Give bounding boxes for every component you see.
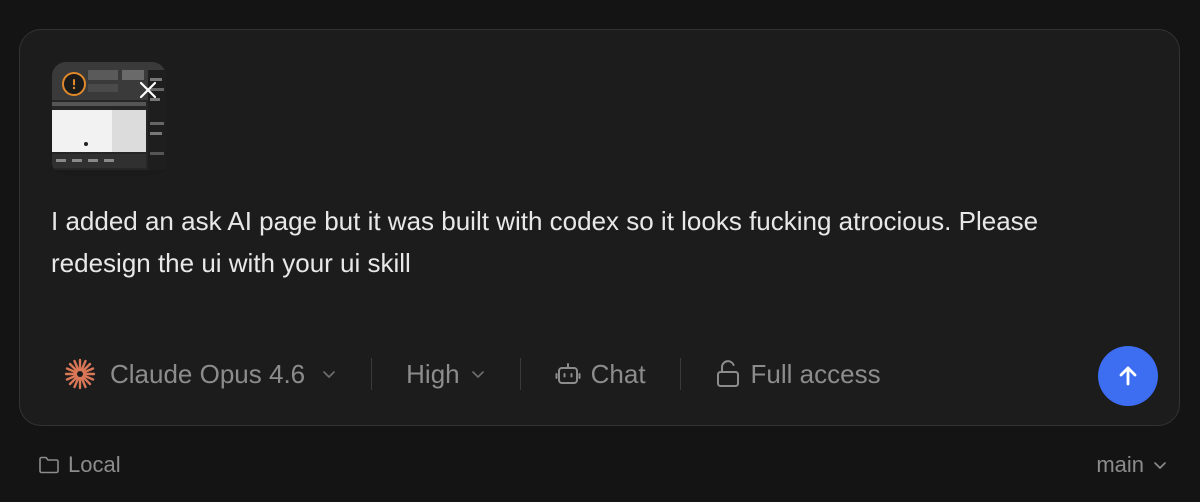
branch-label: main	[1096, 452, 1144, 477]
model-selector[interactable]: Claude Opus 4.6	[64, 358, 337, 390]
composer-toolbar: Claude Opus 4.6 High Chat Full access	[64, 346, 881, 402]
mode-label: Chat	[590, 358, 646, 389]
arrow-up-icon	[1119, 366, 1137, 386]
toolbar-divider	[679, 358, 681, 390]
image-attachment[interactable]	[52, 62, 166, 176]
claude-sparkle-icon	[64, 358, 96, 390]
effort-selector[interactable]: High	[406, 359, 485, 390]
remove-attachment-button[interactable]	[134, 76, 162, 104]
chevron-down-icon	[323, 371, 335, 378]
message-text[interactable]: I added an ask AI page but it was built …	[51, 200, 1131, 284]
toolbar-divider	[371, 358, 373, 390]
branch-selector[interactable]: main	[1096, 452, 1168, 478]
mode-selector[interactable]: Chat	[555, 359, 646, 390]
model-label: Claude Opus 4.6	[110, 358, 306, 389]
access-label: Full access	[750, 358, 881, 389]
send-button[interactable]	[1098, 346, 1158, 406]
chevron-down-icon	[1154, 462, 1166, 469]
unlock-icon	[716, 360, 739, 387]
effort-label: High	[406, 358, 460, 389]
warning-icon	[62, 72, 86, 96]
access-selector[interactable]: Full access	[715, 359, 881, 390]
toolbar-divider	[519, 358, 521, 390]
location-label: Local	[68, 452, 121, 477]
folder-icon	[39, 456, 59, 474]
close-icon	[139, 81, 157, 99]
chevron-down-icon	[471, 371, 484, 378]
robot-icon	[555, 363, 581, 384]
location-selector[interactable]: Local	[38, 452, 121, 478]
chat-composer: I added an ask AI page but it was built …	[19, 29, 1180, 426]
